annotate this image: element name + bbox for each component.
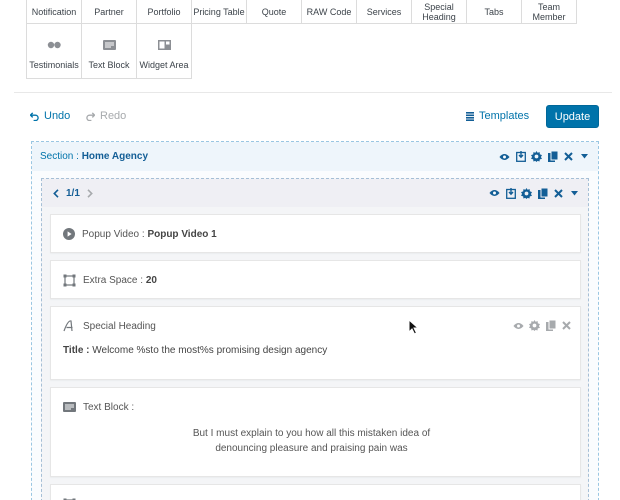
mouse-cursor-icon	[408, 319, 420, 335]
text-block-content: But I must explain to you how all this m…	[63, 426, 580, 456]
module-title: Popup Video : Popup Video 1	[63, 215, 580, 253]
title-label: Title :	[63, 345, 90, 356]
element-team-member[interactable]: Team Member	[521, 0, 577, 24]
module-value: 20	[145, 274, 157, 286]
element-row: Notification Partner Portfolio Pricing Tabl…	[26, 0, 588, 24]
heading-title-line: Title : Welcome %sto the most%s promisin…	[63, 345, 580, 356]
play-icon	[63, 228, 75, 240]
text-line: But I must explain to you how all this m…	[192, 428, 431, 439]
module-text-block[interactable]: Text Block : But I must explain to you h…	[50, 387, 581, 477]
section-name: Home Agency	[81, 151, 149, 162]
chevron-left-icon[interactable]	[50, 188, 61, 199]
eye-icon[interactable]	[499, 151, 510, 162]
module-value: Popup Video 1	[147, 228, 217, 240]
element-widget-area[interactable]: Widget Area	[136, 23, 192, 79]
gear-icon[interactable]	[531, 151, 542, 162]
module-controls	[513, 320, 572, 331]
element-grid: Notification Partner Portfolio Pricing Tabl…	[26, 0, 588, 79]
element-label: RAW Code	[306, 6, 352, 17]
undo-icon	[30, 111, 39, 121]
module-label: Special Heading	[83, 320, 156, 332]
module-title: Extra Space : 20	[63, 261, 580, 299]
copy-icon[interactable]	[547, 151, 558, 162]
module-label: Extra Space :	[83, 274, 144, 286]
row-container: 1/1 Popup Video : Popup Video 1 Extra Sp…	[41, 178, 589, 500]
module-popup-video[interactable]: Popup Video : Popup Video 1	[50, 214, 581, 253]
close-icon[interactable]	[563, 151, 574, 162]
element-label: Pricing Table	[193, 6, 245, 17]
testimonials-icon	[47, 39, 61, 51]
element-testimonials[interactable]: Testimonials	[26, 23, 82, 79]
module-label: Popup Video :	[82, 228, 145, 240]
element-label: Portfolio	[147, 6, 181, 17]
element-label: Widget Area	[139, 60, 189, 70]
element-label: Team Member	[532, 1, 566, 22]
row-header[interactable]: 1/1	[42, 179, 588, 207]
widget-area-icon	[157, 39, 171, 51]
close-icon[interactable]	[553, 188, 564, 199]
chevron-right-icon[interactable]	[85, 188, 96, 199]
element-row: Testimonials Text Block Widget Area	[26, 23, 588, 79]
resize-frame-icon	[63, 274, 76, 286]
element-label: Special Heading	[422, 1, 456, 22]
row-pager: 1/1	[50, 188, 96, 199]
module-title: Text Block :	[63, 388, 580, 426]
element-label: Text Block	[88, 60, 130, 70]
module-extra-space[interactable]: Extra Space : 20	[50, 260, 581, 299]
element-tabs[interactable]: Tabs	[466, 0, 522, 24]
section-container: Section : Home Agency 1/1 Popup Video: …	[31, 141, 599, 500]
divider	[14, 92, 612, 93]
text-block-icon	[102, 39, 116, 51]
element-text-block[interactable]: Text Block	[81, 23, 137, 79]
update-button[interactable]: Update	[546, 105, 599, 128]
templates-label: Templates	[479, 110, 530, 122]
undo-label: Undo	[44, 110, 71, 122]
element-label: Notification	[31, 6, 77, 17]
eye-icon[interactable]	[513, 320, 524, 331]
module-partial[interactable]	[50, 484, 581, 500]
element-pricing-table[interactable]: Pricing Table	[191, 0, 247, 24]
element-label: Tabs	[484, 6, 504, 17]
module-label: Text Block :	[83, 401, 135, 413]
redo-icon	[86, 111, 95, 121]
gear-icon[interactable]	[529, 320, 540, 331]
redo-label: Redo	[100, 110, 127, 122]
element-partner[interactable]: Partner	[81, 0, 137, 24]
templates-button[interactable]: Templates	[466, 110, 529, 122]
save-template-icon[interactable]	[515, 151, 526, 162]
module-title: Special Heading	[63, 307, 580, 345]
eye-icon[interactable]	[489, 188, 500, 199]
element-special-heading[interactable]: Special Heading	[411, 0, 467, 24]
element-label: Quote	[261, 6, 287, 17]
row-pager-count: 1/1	[66, 187, 80, 199]
element-label: Partner	[94, 6, 124, 17]
copy-icon[interactable]	[545, 320, 556, 331]
templates-icon	[466, 111, 474, 121]
element-services[interactable]: Services	[356, 0, 412, 24]
text-line: denouncing pleasure and praising pain wa…	[215, 443, 408, 454]
caret-down-icon[interactable]	[579, 151, 590, 162]
element-notification[interactable]: Notification	[26, 0, 82, 24]
section-header[interactable]: Section : Home Agency	[32, 142, 598, 171]
title-value: Welcome %sto the most%s promising design…	[92, 345, 328, 356]
copy-icon[interactable]	[537, 187, 548, 199]
module-title	[63, 485, 580, 500]
section-prefix: Section :	[40, 151, 79, 162]
close-icon[interactable]	[561, 320, 572, 331]
element-quote[interactable]: Quote	[246, 0, 302, 24]
section-controls	[499, 151, 590, 162]
element-portfolio[interactable]: Portfolio	[136, 0, 192, 24]
caret-down-icon[interactable]	[569, 188, 580, 199]
script-a-icon	[63, 320, 73, 332]
row-controls	[489, 187, 580, 199]
text-block-icon	[63, 402, 76, 412]
gear-icon[interactable]	[521, 187, 532, 199]
undo-button[interactable]: Undo	[30, 110, 70, 122]
element-label: Services	[366, 6, 402, 17]
element-raw-code[interactable]: RAW Code	[301, 0, 357, 24]
element-label: Testimonials	[29, 60, 79, 70]
module-special-heading[interactable]: Special Heading Title : Welcome %sto the…	[50, 306, 581, 380]
save-template-icon[interactable]	[505, 187, 516, 199]
redo-button[interactable]: Redo	[86, 110, 126, 122]
